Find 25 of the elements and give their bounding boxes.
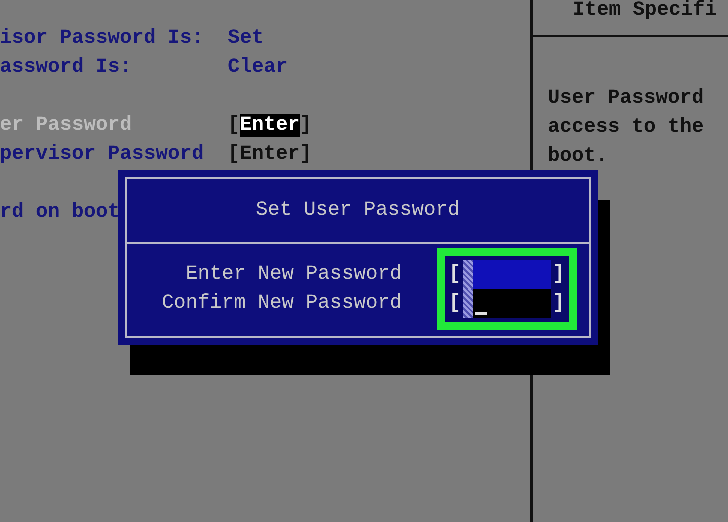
field-label: Confirm New Password <box>160 291 402 317</box>
menu-item-label: assword Is: <box>0 56 134 79</box>
help-text: boot. <box>548 144 610 170</box>
enter-value[interactable]: Enter <box>240 143 300 166</box>
password-field[interactable] <box>463 289 552 318</box>
field-label: Enter New Password <box>184 262 402 288</box>
help-text: User Password <box>548 86 706 112</box>
bracket: [ <box>449 292 462 315</box>
bracket: [ <box>228 114 240 137</box>
bracket: ] <box>300 143 312 166</box>
menu-item-label[interactable]: pervisor Password <box>0 143 228 166</box>
status-value: Clear <box>228 56 288 79</box>
dialog-title: Set User Password <box>256 199 460 222</box>
bracket: [ <box>228 143 240 166</box>
enter-value[interactable]: Enter <box>240 114 300 137</box>
bracket: [ <box>449 263 462 286</box>
bracket: ] <box>553 263 566 286</box>
bracket: ] <box>553 292 566 315</box>
status-value: Set <box>228 27 264 50</box>
menu-item-label[interactable]: er Password <box>0 114 228 137</box>
panel-title: Item Specifi <box>573 0 718 22</box>
help-text: access to the <box>548 115 706 141</box>
bracket: ] <box>300 114 312 137</box>
menu-item-label: isor Password Is: <box>0 27 206 50</box>
password-field[interactable] <box>463 260 552 289</box>
